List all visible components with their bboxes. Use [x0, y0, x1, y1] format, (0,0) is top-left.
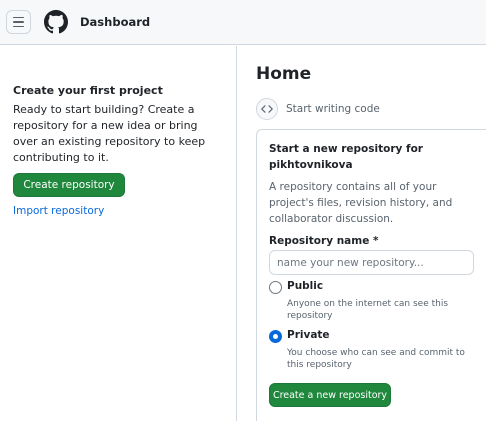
public-radio[interactable]	[269, 281, 282, 294]
start-writing-code-row: Start writing code	[256, 98, 380, 120]
code-icon	[256, 98, 278, 120]
github-logo-icon[interactable]	[44, 10, 68, 34]
new-repository-heading: Start a new repository for pikhtovnikova	[269, 143, 423, 171]
private-radio[interactable]	[269, 330, 282, 343]
new-repository-card: Start a new repository for pikhtovnikova…	[256, 129, 486, 421]
private-description: You choose who can see and commit to thi…	[287, 348, 465, 370]
new-repository-description: A repository contains all of your projec…	[269, 181, 453, 225]
create-repository-button[interactable]: Create repository	[13, 173, 125, 197]
hamburger-menu-button[interactable]	[6, 10, 31, 34]
menu-line	[13, 16, 24, 19]
left-sidebar: Create your first project Ready to start…	[0, 46, 237, 421]
public-description: Anyone on the internet can see this repo…	[287, 299, 449, 321]
start-writing-code-label: Start writing code	[286, 103, 380, 115]
repository-name-input[interactable]	[269, 250, 474, 275]
create-new-repository-button[interactable]: Create a new repository	[269, 383, 391, 407]
top-header: Dashboard	[0, 0, 486, 45]
menu-line	[13, 25, 24, 28]
public-label[interactable]: Public	[287, 280, 323, 292]
import-repository-link[interactable]: Import repository	[13, 205, 104, 217]
create-first-project-text: Ready to start building? Create a reposi…	[13, 103, 206, 164]
home-heading: Home	[256, 64, 312, 84]
private-label[interactable]: Private	[287, 329, 330, 341]
create-first-project-heading: Create your first project	[13, 84, 163, 97]
page-title-dashboard[interactable]: Dashboard	[80, 15, 150, 29]
menu-line	[13, 21, 24, 23]
repository-name-label: Repository name *	[269, 235, 379, 247]
